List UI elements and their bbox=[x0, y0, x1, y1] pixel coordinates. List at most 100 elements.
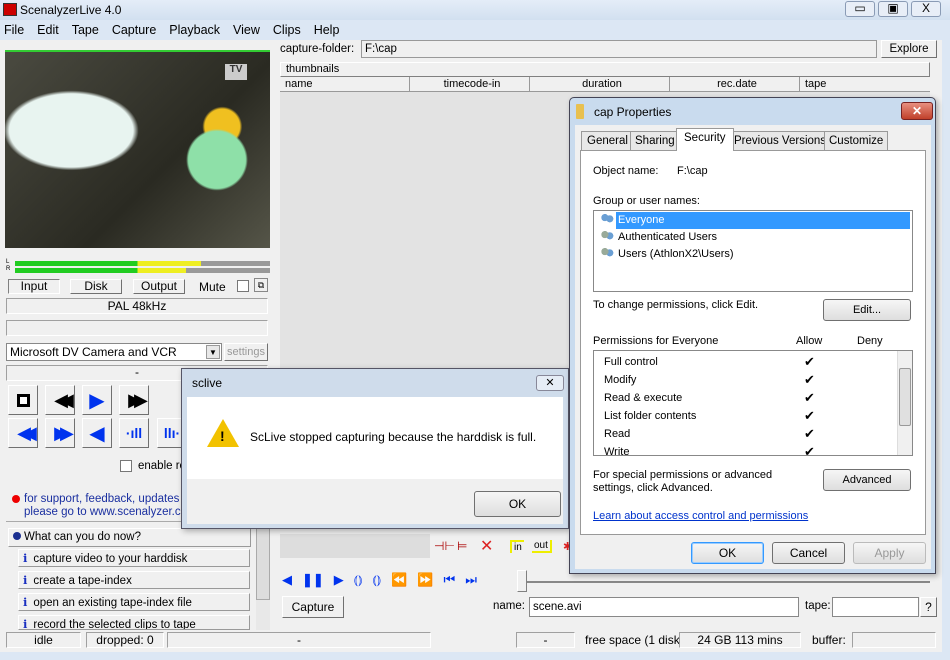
help-scrollbar[interactable] bbox=[256, 528, 270, 630]
tab-security[interactable]: Security bbox=[676, 128, 734, 151]
capture-folder-input[interactable]: F:\cap bbox=[361, 40, 877, 58]
close-button[interactable]: X bbox=[911, 1, 941, 17]
input-button[interactable]: Input bbox=[8, 279, 60, 294]
tape-input[interactable] bbox=[832, 597, 919, 617]
menu-playback[interactable]: Playback bbox=[169, 20, 220, 40]
advanced-button[interactable]: Advanced bbox=[823, 469, 911, 491]
properties-apply-button[interactable]: Apply bbox=[853, 542, 926, 564]
user-item-everyone[interactable]: Everyone bbox=[596, 212, 910, 229]
permissions-list[interactable]: Full control ✔ Modify ✔ Read & execute ✔ Li… bbox=[593, 350, 913, 456]
chevron-down-icon[interactable]: ▼ bbox=[206, 345, 220, 359]
properties-cancel-button[interactable]: Cancel bbox=[772, 542, 845, 564]
tab-general[interactable]: General bbox=[581, 131, 634, 150]
play-icon: ▶ bbox=[89, 389, 105, 412]
slider-thumb[interactable] bbox=[517, 570, 527, 592]
user-item-users[interactable]: Users (AthlonX2\Users) bbox=[596, 246, 910, 263]
status-state: idle bbox=[6, 632, 81, 648]
disk-button[interactable]: Disk bbox=[70, 279, 122, 294]
stop-button[interactable] bbox=[8, 385, 38, 415]
properties-close-button[interactable]: ✕ bbox=[901, 102, 933, 120]
delete-icon[interactable]: ✕ bbox=[480, 536, 493, 556]
column-tape[interactable]: tape bbox=[800, 77, 930, 92]
menu-clips[interactable]: Clips bbox=[273, 20, 301, 40]
column-rec-date[interactable]: rec.date bbox=[670, 77, 800, 92]
fast-forward-button[interactable]: ▶▶ bbox=[119, 385, 149, 415]
capture-button[interactable]: Capture bbox=[282, 596, 344, 618]
fast-rewind-button[interactable]: ◀◀ bbox=[8, 418, 38, 448]
play-button[interactable]: ▶ bbox=[82, 385, 112, 415]
sclive-ok-button[interactable]: OK bbox=[474, 491, 561, 517]
reverse-play-button[interactable]: ◀ bbox=[82, 418, 112, 448]
jog-forward-icon: llı· bbox=[163, 425, 181, 441]
menu-edit[interactable]: Edit bbox=[37, 20, 59, 40]
mute-checkbox[interactable] bbox=[237, 280, 249, 292]
help-item-tape-index[interactable]: i create a tape-index bbox=[18, 571, 250, 589]
help-item-record[interactable]: i record the selected clips to tape bbox=[18, 615, 250, 630]
device-select[interactable]: Microsoft DV Camera and VCR ▼ bbox=[6, 343, 222, 361]
pause-icon[interactable]: ❚❚ bbox=[302, 572, 324, 588]
edit-button[interactable]: Edit... bbox=[823, 299, 911, 321]
in-button[interactable]: in bbox=[510, 540, 524, 553]
rewind-button[interactable]: ◀◀ bbox=[45, 385, 75, 415]
perm-list-folder: List folder contents bbox=[604, 410, 697, 422]
help-item-capture[interactable]: i capture video to your harddisk bbox=[18, 549, 250, 567]
jog-back-button[interactable]: ·ıll bbox=[119, 418, 149, 448]
go-end-icon[interactable]: ⏭ bbox=[465, 572, 477, 588]
user-item-authenticated[interactable]: Authenticated Users bbox=[596, 229, 910, 246]
help-item-open-index[interactable]: i open an existing tape-index file bbox=[18, 593, 250, 611]
out-button[interactable]: out bbox=[532, 540, 552, 553]
name-input[interactable]: scene.avi bbox=[529, 597, 799, 617]
learn-link[interactable]: Learn about access control and permissio… bbox=[593, 510, 808, 522]
allow-check-icon: ✔ bbox=[804, 390, 815, 405]
maximize-button[interactable]: ▣ bbox=[878, 1, 908, 17]
explore-button[interactable]: Explore bbox=[881, 40, 937, 58]
prev-clip-icon[interactable]: ⏪ bbox=[391, 572, 407, 588]
join-icon[interactable]: ⊨ bbox=[457, 539, 467, 553]
menu-view[interactable]: View bbox=[233, 20, 260, 40]
column-timecode-in[interactable]: timecode-in bbox=[410, 77, 530, 92]
tab-customize[interactable]: Customize bbox=[824, 131, 889, 150]
fast-play-button[interactable]: ▶▶ bbox=[45, 418, 75, 448]
meter-lr-label: LR bbox=[6, 259, 11, 272]
next-icon[interactable]: ▶ bbox=[334, 572, 344, 588]
column-duration[interactable]: duration bbox=[530, 77, 670, 92]
jog-back-icon: ·ıll bbox=[125, 425, 143, 441]
prev-icon[interactable]: ◀ bbox=[282, 572, 292, 588]
menu-capture[interactable]: Capture bbox=[112, 20, 156, 40]
reverse-play-icon: ◀ bbox=[89, 422, 105, 445]
permissions-scrollbar[interactable] bbox=[897, 351, 912, 455]
minimize-button[interactable]: ▭ bbox=[845, 1, 875, 17]
restore-window-icon[interactable]: ⧉ bbox=[254, 278, 268, 292]
properties-client: General Sharing Security Previous Versio… bbox=[575, 125, 931, 569]
menu-tape[interactable]: Tape bbox=[72, 20, 99, 40]
column-name[interactable]: name bbox=[280, 77, 410, 92]
scrollbar-thumb[interactable] bbox=[256, 528, 270, 600]
user-list[interactable]: Everyone Authenticated Users Users (Athl… bbox=[593, 210, 913, 292]
menu-help[interactable]: Help bbox=[314, 20, 340, 40]
next-clip-icon[interactable]: ⏩ bbox=[417, 572, 433, 588]
output-button[interactable]: Output bbox=[133, 279, 185, 294]
properties-title: cap Properties bbox=[594, 105, 672, 119]
enable-checkbox[interactable] bbox=[120, 460, 132, 472]
sclive-close-button[interactable]: ✕ bbox=[536, 375, 564, 391]
step-back-icon[interactable]: ⦅⦆ bbox=[354, 572, 363, 588]
tab-previous-versions[interactable]: Previous Versions bbox=[729, 131, 832, 150]
fast-forward-icon: ▶▶ bbox=[128, 389, 147, 410]
position-slider[interactable] bbox=[520, 581, 930, 583]
split-icon[interactable]: ⊣⊢ bbox=[434, 539, 455, 553]
properties-ok-button[interactable]: OK bbox=[691, 542, 764, 564]
menu-file[interactable]: File bbox=[4, 20, 24, 40]
scrollbar-thumb[interactable] bbox=[899, 368, 911, 426]
step-forward-icon[interactable]: ⦅⦆ bbox=[372, 572, 381, 588]
go-start-icon[interactable]: ⏮ bbox=[444, 572, 456, 588]
audio-meter-left bbox=[15, 261, 270, 266]
thumbnails-header[interactable]: thumbnails bbox=[280, 62, 930, 77]
settings-button[interactable]: settings bbox=[224, 343, 268, 361]
sclive-message: ScLive stopped capturing because the har… bbox=[250, 430, 537, 444]
allow-check-icon: ✔ bbox=[804, 372, 815, 387]
tab-sharing[interactable]: Sharing bbox=[630, 131, 680, 150]
tape-help-button[interactable]: ? bbox=[920, 597, 937, 617]
support-link[interactable]: please go to www.scenalyzer.com bbox=[24, 506, 197, 519]
properties-dialog: cap Properties ✕ General Sharing Securit… bbox=[569, 97, 936, 574]
deny-header: Deny bbox=[857, 335, 883, 347]
